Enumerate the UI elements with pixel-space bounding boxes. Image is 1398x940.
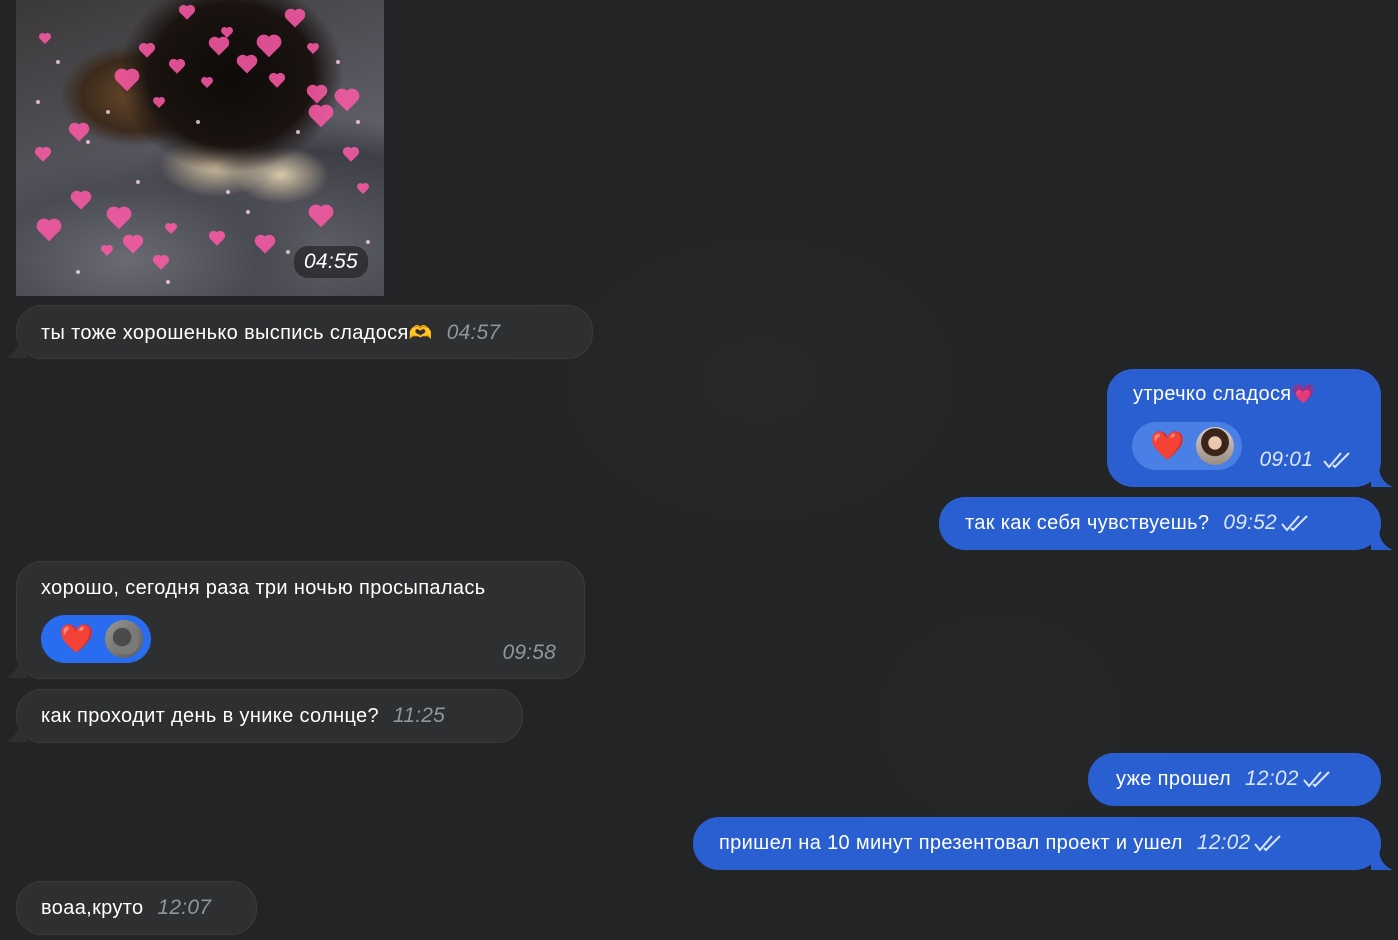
message-bubble-outgoing[interactable]: уже прошел 12:02 (1088, 753, 1381, 806)
heart-hands-emoji: 🫶 (408, 323, 433, 344)
heart-sticker-icon (40, 34, 50, 44)
reactor-avatar[interactable] (1196, 427, 1234, 465)
heart-sticker-icon (102, 246, 112, 256)
pink-heart-emoji: 💗 (1291, 384, 1316, 405)
heart-sticker-icon (70, 124, 88, 142)
heart-sticker-icon (72, 192, 90, 210)
message-bubble-incoming[interactable]: как проходит день в унике солнце? 11:25 (16, 689, 523, 743)
heart-sticker-icon (344, 148, 358, 162)
read-double-check-icon (1281, 515, 1308, 532)
sparkle-icon (246, 210, 250, 214)
message-bubble-incoming[interactable]: хорошо, сегодня раза три ночью просыпала… (16, 561, 585, 679)
message-bubble-outgoing[interactable]: пришел на 10 минут презентовал проект и … (693, 817, 1381, 870)
message-time: 12:07 (157, 896, 212, 919)
message-bubble-incoming[interactable]: воаа,круто 12:07 (16, 881, 257, 935)
sparkle-icon (286, 250, 290, 254)
sparkle-icon (56, 60, 60, 64)
heart-sticker-icon (258, 36, 280, 58)
heart-sticker-icon (238, 56, 256, 74)
heart-sticker-icon (210, 38, 228, 56)
sparkle-icon (296, 130, 300, 134)
heart-sticker-icon (140, 44, 154, 58)
heart-icon: ❤️ (59, 623, 95, 654)
message-text: уже прошел (1116, 768, 1232, 790)
heart-sticker-icon (36, 148, 50, 162)
message-text: так как себя чувствуешь? (965, 512, 1210, 534)
heart-sticker-icon (336, 90, 358, 112)
sparkle-icon (86, 140, 90, 144)
message-bubble-outgoing[interactable]: так как себя чувствуешь? 09:52 (939, 497, 1381, 550)
photo-message[interactable]: 04:55 (16, 0, 384, 296)
heart-sticker-icon (180, 6, 194, 20)
heart-sticker-icon (310, 106, 332, 128)
message-time: 11:25 (393, 704, 446, 727)
message-time: 09:58 (502, 641, 556, 664)
sparkle-icon (366, 240, 370, 244)
sparkle-icon (166, 280, 170, 284)
message-bubble-outgoing[interactable]: утречко сладося💗 ❤️ 09:01 (1107, 369, 1381, 487)
heart-sticker-icon (286, 10, 304, 28)
sparkle-icon (136, 180, 140, 184)
heart-sticker-icon (358, 184, 368, 194)
heart-sticker-icon (202, 78, 212, 88)
read-double-check-icon (1254, 835, 1282, 852)
read-double-check-icon (1302, 771, 1330, 788)
message-time: 12:02 (1245, 767, 1299, 790)
sparkle-icon (196, 120, 200, 124)
message-text: ты тоже хорошенько выспись сладося (41, 322, 409, 344)
message-time: 09:52 (1223, 511, 1277, 534)
photo-timestamp: 04:55 (293, 246, 368, 278)
read-double-check-icon (1323, 452, 1350, 469)
message-time: 09:01 (1259, 448, 1314, 471)
heart-sticker-icon (38, 220, 60, 242)
sparkle-icon (106, 110, 110, 114)
reactor-avatar[interactable] (105, 620, 143, 658)
message-bubble-incoming[interactable]: ты тоже хорошенько выспись сладося🫶 04:57 (16, 305, 593, 359)
heart-sticker-icon (154, 256, 168, 270)
reaction-chip[interactable]: ❤️ (1132, 422, 1242, 470)
sparkle-icon (226, 190, 230, 194)
message-text: воаа,круто (41, 897, 144, 919)
heart-sticker-icon (170, 60, 184, 74)
heart-sticker-icon (310, 206, 332, 228)
message-text: утречко сладося (1133, 383, 1292, 405)
heart-icon: ❤️ (1150, 430, 1186, 461)
sparkle-icon (336, 60, 340, 64)
message-text: как проходит день в унике солнце? (41, 705, 380, 727)
heart-sticker-icon (116, 70, 138, 92)
sparkle-icon (76, 270, 80, 274)
reaction-chip[interactable]: ❤️ (41, 615, 151, 663)
heart-sticker-icon (256, 236, 274, 254)
message-text: хорошо, сегодня раза три ночью просыпала… (41, 577, 486, 599)
message-time: 12:02 (1196, 831, 1251, 854)
heart-sticker-icon (210, 232, 224, 246)
sparkle-icon (36, 100, 40, 104)
heart-sticker-icon (308, 44, 318, 54)
heart-sticker-icon (166, 224, 176, 234)
heart-sticker-icon (108, 208, 130, 230)
heart-sticker-icon (124, 236, 142, 254)
message-text: пришел на 10 минут презентовал проект и … (719, 832, 1183, 854)
heart-sticker-icon (308, 86, 326, 104)
heart-sticker-icon (154, 98, 164, 108)
heart-sticker-icon (270, 74, 284, 88)
message-time: 04:57 (446, 321, 501, 344)
sparkle-icon (356, 120, 360, 124)
